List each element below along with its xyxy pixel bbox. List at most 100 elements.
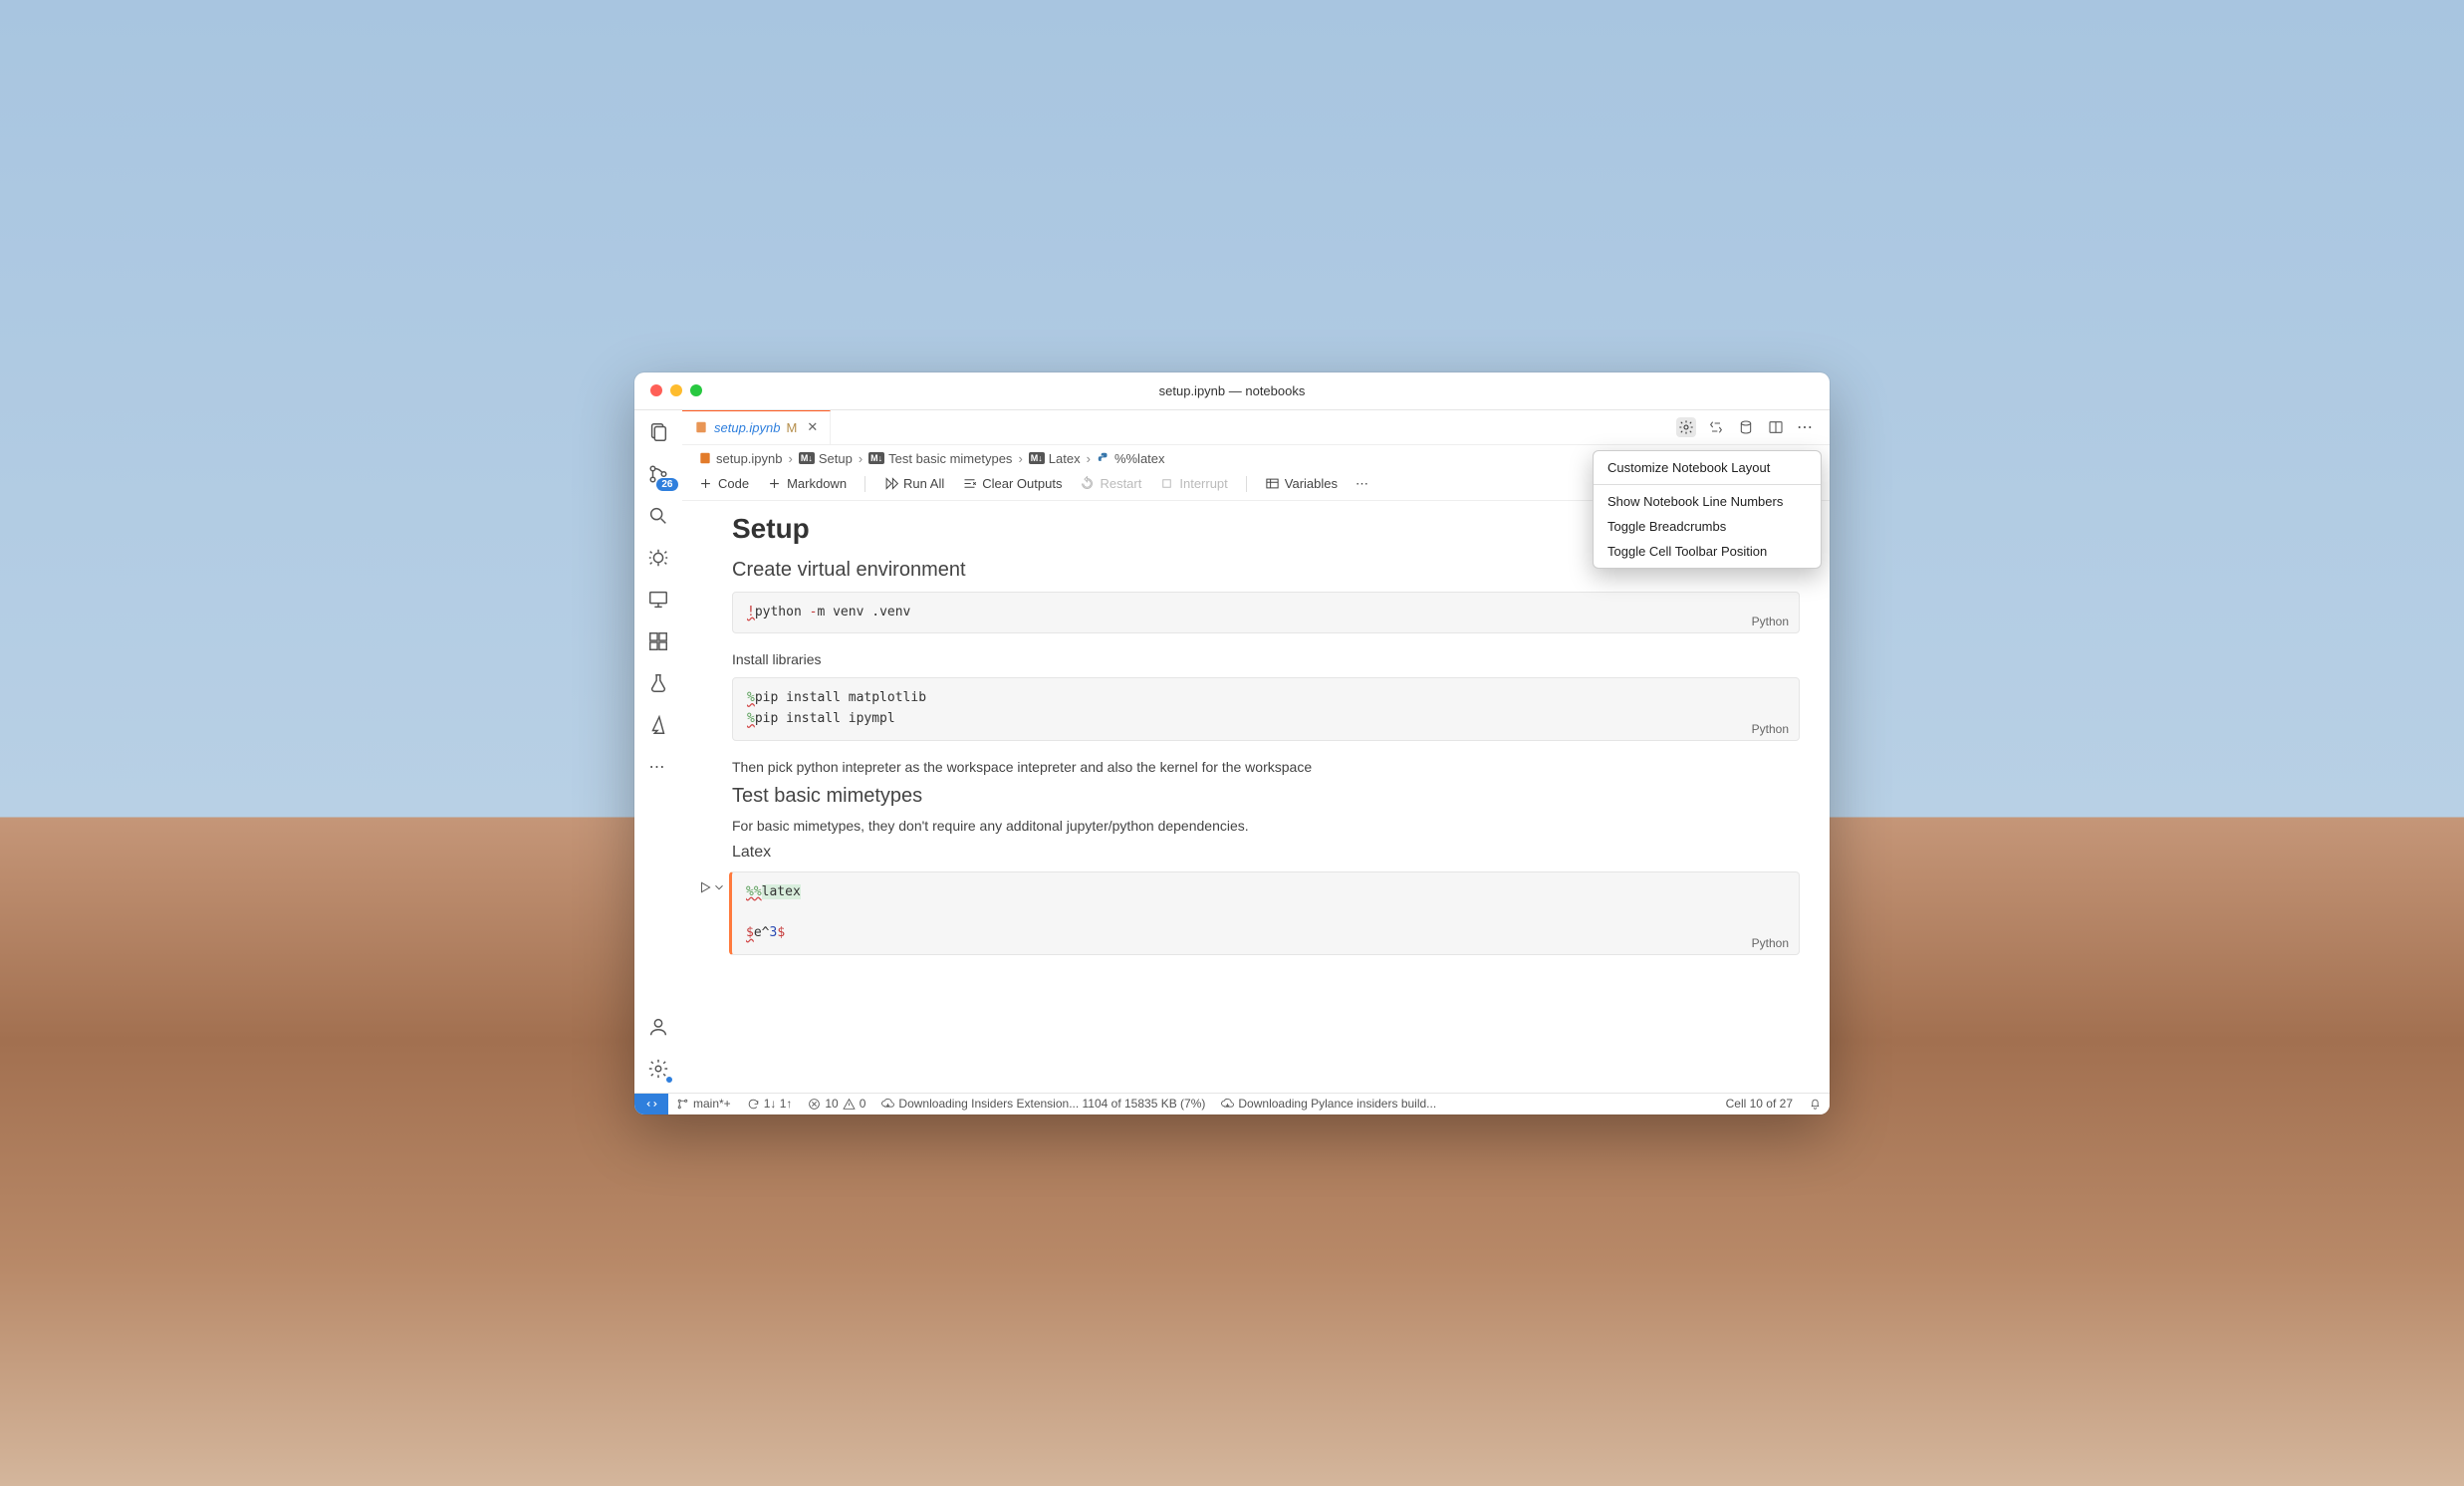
settings-icon[interactable] xyxy=(644,1055,672,1083)
dropdown-item-line-numbers[interactable]: Show Notebook Line Numbers xyxy=(1594,489,1821,514)
stop-icon xyxy=(1159,476,1174,491)
diff-icon[interactable] xyxy=(1706,417,1726,437)
dropdown-item-breadcrumbs[interactable]: Toggle Breadcrumbs xyxy=(1594,514,1821,539)
tab-filename: setup.ipynb xyxy=(714,420,781,435)
add-markdown-cell-button[interactable]: Markdown xyxy=(767,476,847,491)
plus-icon xyxy=(698,476,713,491)
problems-status[interactable]: 10 0 xyxy=(800,1097,873,1111)
cell-run-controls[interactable] xyxy=(698,880,726,894)
tab-row: setup.ipynb M ✕ xyxy=(682,410,1830,445)
restart-icon xyxy=(1080,476,1095,491)
plus-icon xyxy=(767,476,782,491)
git-branch-status[interactable]: main*+ xyxy=(668,1097,739,1111)
cell-language-label[interactable]: Python xyxy=(1752,615,1789,628)
maximize-window-button[interactable] xyxy=(690,384,702,396)
chevron-right-icon: › xyxy=(789,451,793,466)
code-cell[interactable]: !python -m venv .venv Python xyxy=(732,592,1800,634)
jupyter-file-icon xyxy=(698,451,712,465)
bell-icon xyxy=(1809,1098,1822,1111)
extensions-icon[interactable] xyxy=(644,627,672,655)
chevron-right-icon: › xyxy=(1018,451,1022,466)
remote-indicator[interactable] xyxy=(634,1094,668,1114)
layout-dropdown-menu: Customize Notebook Layout Show Notebook … xyxy=(1593,450,1822,569)
dropdown-item-customize[interactable]: Customize Notebook Layout xyxy=(1594,455,1821,480)
traffic-lights xyxy=(650,384,702,396)
kernel-icon[interactable] xyxy=(1736,417,1756,437)
heading-latex: Latex xyxy=(732,844,1800,862)
cloud-download-icon xyxy=(881,1098,894,1111)
add-code-cell-button[interactable]: Code xyxy=(698,476,749,491)
cell-language-label[interactable]: Python xyxy=(1752,936,1789,950)
git-branch-icon xyxy=(676,1098,689,1111)
tab-modified-marker: M xyxy=(787,420,798,435)
markdown-badge-icon: M↓ xyxy=(799,452,815,464)
download-status-1[interactable]: Downloading Insiders Extension... 1104 o… xyxy=(873,1097,1213,1111)
dropdown-separator xyxy=(1594,484,1821,485)
notebook-content[interactable]: Setup Create virtual environment !python… xyxy=(682,501,1830,1093)
source-control-badge: 26 xyxy=(656,478,677,491)
tab-setup-ipynb[interactable]: setup.ipynb M ✕ xyxy=(682,410,831,444)
titlebar: setup.ipynb — notebooks xyxy=(634,372,1830,410)
sync-status[interactable]: 1↓ 1↑ xyxy=(739,1097,801,1111)
chevron-right-icon: › xyxy=(859,451,862,466)
markdown-badge-icon: M↓ xyxy=(868,452,884,464)
explorer-icon[interactable] xyxy=(644,418,672,446)
debug-icon[interactable] xyxy=(644,544,672,572)
python-icon xyxy=(1097,451,1110,465)
split-editor-icon[interactable] xyxy=(1766,417,1786,437)
dropdown-item-toolbar-position[interactable]: Toggle Cell Toolbar Position xyxy=(1594,539,1821,564)
more-icon[interactable]: ⋯ xyxy=(644,753,672,781)
activity-bar: 26 ⋯ xyxy=(634,410,682,1093)
source-control-icon[interactable]: 26 xyxy=(644,460,672,488)
notifications-button[interactable] xyxy=(1801,1098,1830,1111)
breadcrumb-cell[interactable]: %%latex xyxy=(1114,451,1165,466)
variables-icon xyxy=(1265,476,1280,491)
testing-icon[interactable] xyxy=(644,669,672,697)
breadcrumb-file[interactable]: setup.ipynb xyxy=(716,451,783,466)
search-icon[interactable] xyxy=(644,502,672,530)
cell-position-status[interactable]: Cell 10 of 27 xyxy=(1718,1097,1801,1111)
clear-outputs-button[interactable]: Clear Outputs xyxy=(962,476,1062,491)
customize-layout-button[interactable] xyxy=(1676,417,1696,437)
breadcrumb-setup[interactable]: Setup xyxy=(819,451,853,466)
run-all-button[interactable]: Run All xyxy=(883,476,944,491)
sync-icon xyxy=(747,1098,760,1111)
editor-actions: ⋯ xyxy=(1676,417,1830,437)
status-bar: main*+ 1↓ 1↑ 10 0 Downloading Insiders E… xyxy=(634,1093,1830,1114)
interrupt-button[interactable]: Interrupt xyxy=(1159,476,1227,491)
play-icon[interactable] xyxy=(698,880,712,894)
heading-mimetypes: Test basic mimetypes xyxy=(732,785,1800,808)
clear-icon xyxy=(962,476,977,491)
jupyter-file-icon xyxy=(694,420,708,434)
settings-update-badge xyxy=(664,1075,674,1085)
warning-icon xyxy=(843,1098,856,1111)
remote-icon xyxy=(645,1098,658,1111)
close-window-button[interactable] xyxy=(650,384,662,396)
code-cell-active[interactable]: %%latex $e^3$ Python xyxy=(729,871,1800,955)
cell-language-label[interactable]: Python xyxy=(1752,722,1789,736)
download-status-2[interactable]: Downloading Pylance insiders build... xyxy=(1213,1097,1444,1111)
paragraph: Install libraries xyxy=(732,651,1800,667)
window-title: setup.ipynb — notebooks xyxy=(634,383,1830,398)
remote-explorer-icon[interactable] xyxy=(644,586,672,614)
breadcrumb-mimetypes[interactable]: Test basic mimetypes xyxy=(888,451,1012,466)
gear-icon xyxy=(1678,419,1694,435)
close-tab-icon[interactable]: ✕ xyxy=(807,419,818,435)
variables-button[interactable]: Variables xyxy=(1265,476,1338,491)
run-all-icon xyxy=(883,476,898,491)
error-icon xyxy=(808,1098,821,1111)
breadcrumb-latex[interactable]: Latex xyxy=(1049,451,1081,466)
cloud-download-icon xyxy=(1221,1098,1234,1111)
paragraph: For basic mimetypes, they don't require … xyxy=(732,818,1800,834)
accounts-icon[interactable] xyxy=(644,1013,672,1041)
more-actions-icon[interactable]: ⋯ xyxy=(1796,417,1816,437)
azure-icon[interactable] xyxy=(644,711,672,739)
chevron-down-icon[interactable] xyxy=(712,880,726,894)
markdown-badge-icon: M↓ xyxy=(1029,452,1045,464)
code-cell[interactable]: %pip install matplotlib %pip install ipy… xyxy=(732,677,1800,741)
restart-button[interactable]: Restart xyxy=(1080,476,1141,491)
minimize-window-button[interactable] xyxy=(670,384,682,396)
paragraph: Then pick python intepreter as the works… xyxy=(732,759,1800,775)
toolbar-more-button[interactable]: ⋯ xyxy=(1355,476,1370,492)
chevron-right-icon: › xyxy=(1087,451,1091,466)
